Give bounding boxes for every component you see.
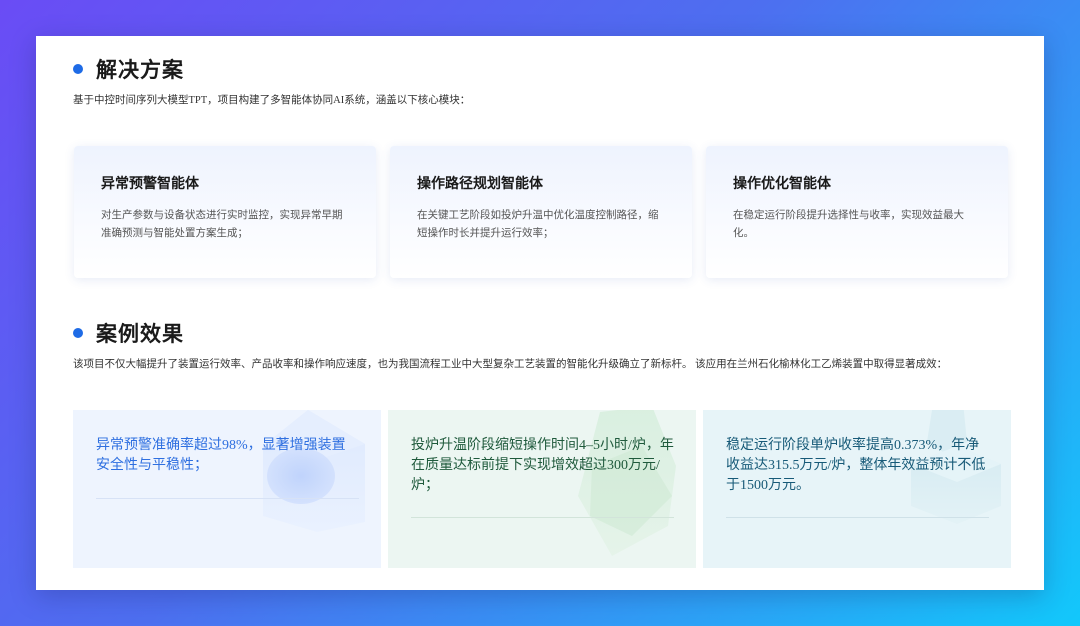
result-list: 异常预警准确率超过98%，显著增强装置安全性与平稳性； 投炉升温阶段缩短操作时间…: [73, 410, 1011, 568]
result-text: 投炉升温阶段缩短操作时间4–5小时/炉，年在质量达标前提下实现增效超过300万元…: [411, 438, 674, 493]
module-list: 异常预警智能体 对生产参数与设备状态进行实时监控，实现异常早期准确预测与智能处置…: [74, 146, 1008, 278]
solution-title: 解决方案: [96, 58, 184, 82]
solution-heading: 解决方案: [73, 54, 184, 84]
cases-title: 案例效果: [96, 322, 184, 346]
result-text: 稳定运行阶段单炉收率提高0.373%，年净收益达315.5万元/炉，整体年效益预…: [726, 438, 986, 493]
bullet-dot-icon: [73, 64, 83, 74]
module-card-path-planning: 操作路径规划智能体 在关键工艺阶段如投炉升温中优化温度控制路径，缩短操作时长并提…: [390, 146, 692, 278]
divider: [96, 498, 359, 499]
divider: [411, 517, 674, 518]
divider: [726, 517, 989, 518]
module-description: 在关键工艺阶段如投炉升温中优化温度控制路径，缩短操作时长并提升运行效率；: [417, 210, 659, 239]
result-card-accuracy: 异常预警准确率超过98%，显著增强装置安全性与平稳性；: [73, 410, 381, 568]
result-card-heating: 投炉升温阶段缩短操作时间4–5小时/炉，年在质量达标前提下实现增效超过300万元…: [388, 410, 696, 568]
cases-description: 该项目不仅大幅提升了装置运行效率、产品收率和操作响应速度，也为我国流程工业中大型…: [73, 359, 948, 370]
module-description: 对生产参数与设备状态进行实时监控，实现异常早期准确预测与智能处置方案生成；: [101, 210, 343, 239]
module-title: 操作优化智能体: [733, 177, 831, 192]
result-text: 异常预警准确率超过98%，显著增强装置安全性与平稳性；: [96, 438, 346, 473]
module-title: 操作路径规划智能体: [417, 177, 543, 192]
bullet-dot-icon: [73, 328, 83, 338]
solution-description: 基于中控时间序列大模型TPT，项目构建了多智能体协同AI系统，涵盖以下核心模块：: [73, 95, 471, 106]
module-card-optimization: 操作优化智能体 在稳定运行阶段提升选择性与收率，实现效益最大化。: [706, 146, 1008, 278]
module-card-anomaly-warning: 异常预警智能体 对生产参数与设备状态进行实时监控，实现异常早期准确预测与智能处置…: [74, 146, 376, 278]
module-title: 异常预警智能体: [101, 177, 199, 192]
content-card: 解决方案 基于中控时间序列大模型TPT，项目构建了多智能体协同AI系统，涵盖以下…: [36, 36, 1044, 590]
cases-heading: 案例效果: [73, 318, 184, 348]
result-card-yield: 稳定运行阶段单炉收率提高0.373%，年净收益达315.5万元/炉，整体年效益预…: [703, 410, 1011, 568]
module-description: 在稳定运行阶段提升选择性与收率，实现效益最大化。: [733, 210, 964, 239]
